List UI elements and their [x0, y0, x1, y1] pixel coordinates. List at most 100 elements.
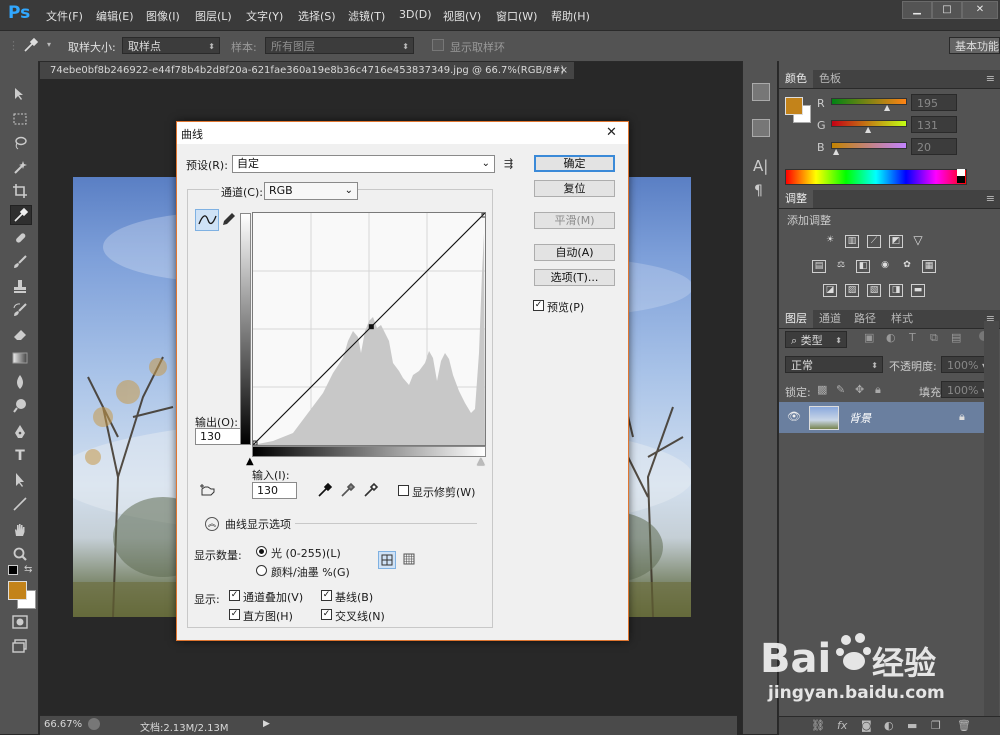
lasso-tool-icon[interactable]	[10, 134, 30, 152]
close-tab-icon[interactable]: ×	[560, 62, 568, 80]
crop-tool-icon[interactable]	[10, 182, 30, 200]
menu-help[interactable]: 帮助(H)	[551, 8, 590, 24]
dialog-titlebar[interactable]: 曲线 ✕	[177, 122, 628, 144]
black-white-icon[interactable]: ◧	[856, 260, 870, 273]
filter-adjustment-icon[interactable]: ◐	[886, 331, 896, 344]
tab-styles[interactable]: 样式	[885, 310, 919, 328]
options-button[interactable]: 选项(T)...	[534, 269, 615, 286]
pigment-radio[interactable]	[256, 565, 267, 576]
black-white-ramp[interactable]	[957, 169, 965, 183]
channel-select[interactable]: RGB ⌄	[264, 182, 358, 200]
channel-slider-thumb-g[interactable]: ▲	[865, 125, 871, 134]
input-field[interactable]: 130	[252, 482, 297, 499]
auto-button[interactable]: 自动(A)	[534, 244, 615, 261]
channel-mixer-icon[interactable]: ✿	[900, 260, 914, 273]
layer-name[interactable]: 背景	[849, 410, 871, 426]
clone-stamp-tool-icon[interactable]	[10, 277, 30, 295]
brightness-contrast-icon[interactable]: ☀	[823, 235, 837, 248]
marquee-tool-icon[interactable]	[10, 110, 30, 128]
threshold-icon[interactable]: ▧	[867, 284, 881, 297]
collapse-options-icon[interactable]: ︽	[205, 517, 219, 531]
eraser-tool-icon[interactable]	[10, 325, 30, 343]
menu-view[interactable]: 视图(V)	[443, 8, 481, 24]
vibrance-icon[interactable]: ▽	[911, 234, 925, 248]
move-tool-icon[interactable]	[10, 85, 30, 103]
curve-graph[interactable]	[252, 212, 487, 446]
filter-type-icon[interactable]: T	[909, 331, 916, 344]
blend-mode-select[interactable]: 正常 ⬍	[785, 356, 883, 373]
color-fg-swatch[interactable]	[785, 97, 803, 115]
panel-menu-icon[interactable]: ≡	[986, 72, 995, 85]
menu-3d[interactable]: 3D(D)	[399, 8, 432, 21]
show-clipping-checkbox[interactable]	[398, 485, 409, 496]
levels-icon[interactable]: ▥	[845, 235, 859, 248]
invert-icon[interactable]: ◪	[823, 284, 837, 297]
menu-type[interactable]: 文字(Y)	[246, 8, 283, 24]
tab-adjustments[interactable]: 调整	[779, 190, 813, 208]
lock-position-icon[interactable]: ✥	[855, 383, 864, 396]
zoom-tool-icon[interactable]	[10, 545, 30, 563]
white-point-slider-icon[interactable]: ▲	[477, 456, 485, 467]
visibility-eye-icon[interactable]: 👁︎	[787, 410, 801, 423]
default-colors-icon[interactable]	[8, 565, 18, 575]
gradient-map-icon[interactable]: ▬	[911, 284, 925, 297]
lock-pixels-icon[interactable]: ✎	[836, 383, 845, 396]
tab-paths[interactable]: 路径	[848, 310, 882, 328]
screen-mode-icon[interactable]	[10, 637, 30, 655]
smooth-button[interactable]: 平滑(M)	[534, 212, 615, 229]
curve-point-mode-icon[interactable]	[195, 209, 219, 231]
white-eyedropper-icon[interactable]	[363, 482, 379, 501]
eyedropper-tool-preset-icon[interactable]	[22, 37, 40, 56]
paragraph-panel-icon[interactable]: ¶	[754, 183, 763, 199]
delete-layer-icon[interactable]: 🗑︎	[957, 719, 971, 732]
properties-panel-icon[interactable]	[752, 119, 770, 137]
add-mask-icon[interactable]: ◙	[861, 719, 872, 732]
quick-mask-icon[interactable]	[10, 613, 30, 631]
sample-layers-select[interactable]: 所有图层 ⬍	[265, 37, 414, 54]
minimize-button[interactable]: ▁	[902, 1, 932, 19]
gradient-tool-icon[interactable]	[10, 349, 30, 367]
color-spectrum[interactable]	[785, 169, 967, 185]
channel-value-b[interactable]: 20	[911, 138, 957, 155]
menu-window[interactable]: 窗口(W)	[496, 8, 537, 24]
gray-eyedropper-icon[interactable]	[340, 482, 356, 501]
filter-shape-icon[interactable]: ⧉	[930, 331, 938, 345]
histogram-checkbox[interactable]: ✓	[229, 609, 240, 620]
simple-grid-icon[interactable]	[378, 551, 396, 569]
character-panel-icon[interactable]: A|	[753, 157, 768, 175]
foreground-color-swatch[interactable]	[8, 581, 27, 600]
reset-button[interactable]: 复位	[534, 180, 615, 197]
preview-checkbox[interactable]: ✓	[533, 300, 544, 311]
workspace-button[interactable]: 基本功能	[949, 37, 1000, 54]
document-tab[interactable]: 74ebe0bf8b246922-e44f78b4b2d8f20a-621fae…	[40, 61, 574, 79]
line-tool-icon[interactable]	[10, 495, 30, 513]
brush-tool-icon[interactable]	[10, 253, 30, 271]
channel-overlay-checkbox[interactable]: ✓	[229, 590, 240, 601]
dialog-close-icon[interactable]: ✕	[606, 125, 617, 140]
status-menu-arrow-icon[interactable]: ▶	[263, 719, 270, 729]
color-lookup-icon[interactable]: ▦	[922, 260, 936, 273]
quick-selection-tool-icon[interactable]	[10, 158, 30, 176]
hue-saturation-icon[interactable]: ▤	[812, 260, 826, 273]
target-adjust-hand-icon[interactable]	[199, 483, 217, 502]
selective-color-icon[interactable]: ◨	[889, 284, 903, 297]
layer-filter-kind-select[interactable]: ⌕ 类型 ⬍	[785, 331, 847, 348]
exposure-icon[interactable]: ◩	[889, 235, 903, 248]
layer-row[interactable]: 👁︎ 背景 🔒︎	[779, 402, 984, 433]
pencil-mode-icon[interactable]	[221, 211, 237, 230]
intersection-checkbox[interactable]: ✓	[321, 609, 332, 620]
tab-color[interactable]: 颜色	[779, 70, 813, 88]
photo-filter-icon[interactable]: ◉	[878, 260, 892, 273]
channel-slider-b[interactable]	[831, 142, 907, 149]
ok-button[interactable]: 确定	[534, 155, 615, 172]
black-eyedropper-icon[interactable]	[317, 482, 333, 501]
menu-file[interactable]: 文件(F)	[46, 8, 83, 24]
lock-transparent-icon[interactable]: ▩	[817, 383, 827, 396]
new-layer-icon[interactable]: ❐	[931, 719, 941, 732]
preset-options-icon[interactable]: ⇶	[504, 157, 513, 170]
maximize-button[interactable]: □	[932, 1, 962, 19]
preset-select[interactable]: 自定 ⌄	[232, 155, 495, 173]
lock-all-icon[interactable]: 🔒︎	[875, 383, 881, 397]
menu-edit[interactable]: 编辑(E)	[96, 8, 134, 24]
filter-pixel-icon[interactable]: ▣	[864, 331, 874, 344]
